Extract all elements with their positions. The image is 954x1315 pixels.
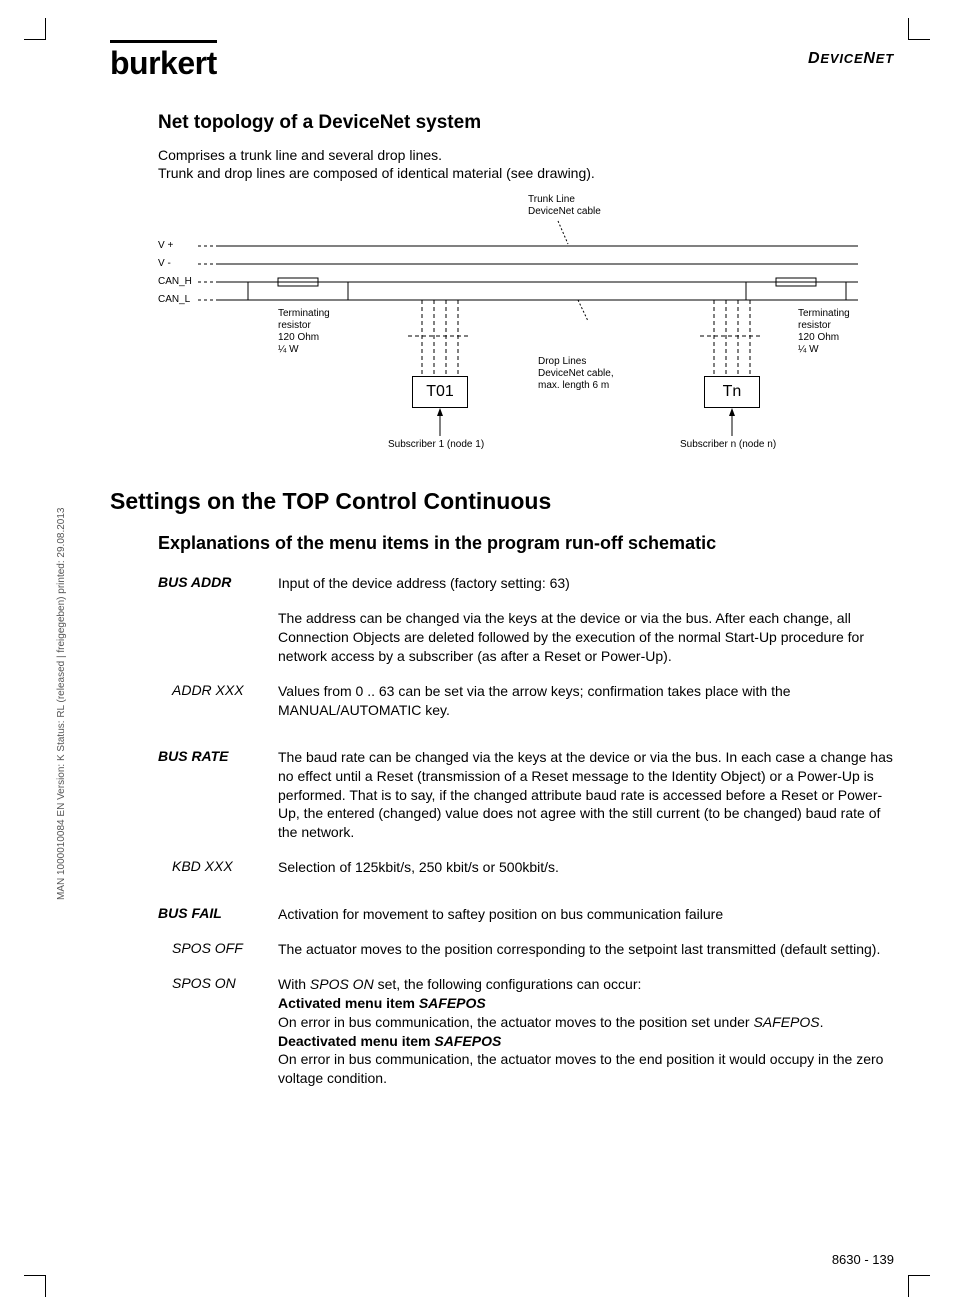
desc-spos-off: The actuator moves to the position corre…	[278, 940, 894, 959]
can-l-label: CAN_L	[158, 294, 190, 306]
term-bus-fail: BUS FAIL	[158, 905, 278, 924]
spos-on-text: set, the following configurations can oc…	[374, 976, 642, 992]
term-kbd-xxx: KBD XXX	[158, 858, 278, 877]
def-row: KBD XXX Selection of 125kbit/s, 250 kbit…	[158, 858, 894, 877]
def-row: The address can be changed via the keys …	[158, 609, 894, 666]
brand-logo: burkert	[110, 40, 217, 82]
page-footer: 8630 - 139	[832, 1252, 894, 1267]
term-spacer	[158, 609, 278, 666]
crop-mark	[24, 18, 46, 40]
desc-spos-on: With SPOS ON set, the following configur…	[278, 975, 894, 1088]
desc-kbd-xxx: Selection of 125kbit/s, 250 kbit/s or 50…	[278, 858, 894, 877]
section2-title: Settings on the TOP Control Continuous	[110, 488, 894, 515]
term-resistor-left: Terminating resistor 120 Ohm ¼ W	[278, 308, 330, 356]
def-row: SPOS OFF The actuator moves to the posit…	[158, 940, 894, 959]
term-bus-addr: BUS ADDR	[158, 574, 278, 593]
desc-bus-addr1: Input of the device address (factory set…	[278, 574, 894, 593]
term-spos-on: SPOS ON	[158, 975, 278, 1088]
subscriber1-label: Subscriber 1 (node 1)	[388, 439, 484, 451]
spos-on-p3: On error in bus communication, the actua…	[278, 1051, 883, 1086]
spos-on-p2b: SAFEPOS	[753, 1014, 819, 1030]
node-tn: Tn	[704, 376, 760, 408]
side-metadata: MAN 1000010084 EN Version: K Status: RL …	[56, 508, 67, 900]
can-h-label: CAN_H	[158, 276, 192, 288]
spos-on-h1b: SAFEPOS	[419, 995, 486, 1011]
spos-on-h2b: SAFEPOS	[434, 1033, 501, 1049]
page-content: burkert DEVICENET Net topology of a Devi…	[110, 40, 894, 1275]
topology-diagram: Trunk Line DeviceNet cable V + V - CAN_H…	[158, 196, 878, 464]
def-row: SPOS ON With SPOS ON set, the following …	[158, 975, 894, 1088]
def-row: BUS RATE The baud rate can be changed vi…	[158, 748, 894, 842]
subscribern-label: Subscriber n (node n)	[680, 439, 776, 451]
spos-on-h1: Activated menu item	[278, 995, 419, 1011]
intro-line2: Trunk and drop lines are composed of ide…	[158, 164, 894, 182]
desc-bus-fail: Activation for movement to saftey positi…	[278, 905, 894, 924]
section-title: Net topology of a DeviceNet system	[158, 112, 894, 134]
desc-bus-rate: The baud rate can be changed via the key…	[278, 748, 894, 842]
spos-on-p2c: .	[820, 1014, 824, 1030]
def-row: BUS ADDR Input of the device address (fa…	[158, 574, 894, 593]
desc-bus-addr2: The address can be changed via the keys …	[278, 609, 894, 666]
definitions-list: BUS ADDR Input of the device address (fa…	[158, 574, 894, 1088]
term-resistor-right: Terminating resistor 120 Ohm ¼ W	[798, 308, 850, 356]
intro-line1: Comprises a trunk line and several drop …	[158, 146, 894, 164]
header-right: DEVICENET	[808, 50, 894, 68]
crop-mark	[24, 1275, 46, 1297]
crop-mark	[908, 1275, 930, 1297]
term-bus-rate: BUS RATE	[158, 748, 278, 842]
desc-addr-xxx: Values from 0 .. 63 can be set via the a…	[278, 682, 894, 720]
crop-mark	[908, 18, 930, 40]
spos-on-p2: On error in bus communication, the actua…	[278, 1014, 753, 1030]
section2-subtitle: Explanations of the menu items in the pr…	[158, 533, 894, 554]
node-t01: T01	[412, 376, 468, 408]
def-row: BUS FAIL Activation for movement to saft…	[158, 905, 894, 924]
term-spos-off: SPOS OFF	[158, 940, 278, 959]
spos-on-text: With	[278, 976, 310, 992]
drop-lines-label: Drop Lines DeviceNet cable, max. length …	[538, 356, 614, 392]
v-minus-label: V -	[158, 258, 171, 270]
spos-on-h2: Deactivated menu item	[278, 1033, 434, 1049]
trunk-label: Trunk Line DeviceNet cable	[528, 194, 601, 218]
v-plus-label: V +	[158, 240, 173, 252]
spos-on-ital: SPOS ON	[310, 976, 374, 992]
term-addr-xxx: ADDR XXX	[158, 682, 278, 720]
def-row: ADDR XXX Values from 0 .. 63 can be set …	[158, 682, 894, 720]
